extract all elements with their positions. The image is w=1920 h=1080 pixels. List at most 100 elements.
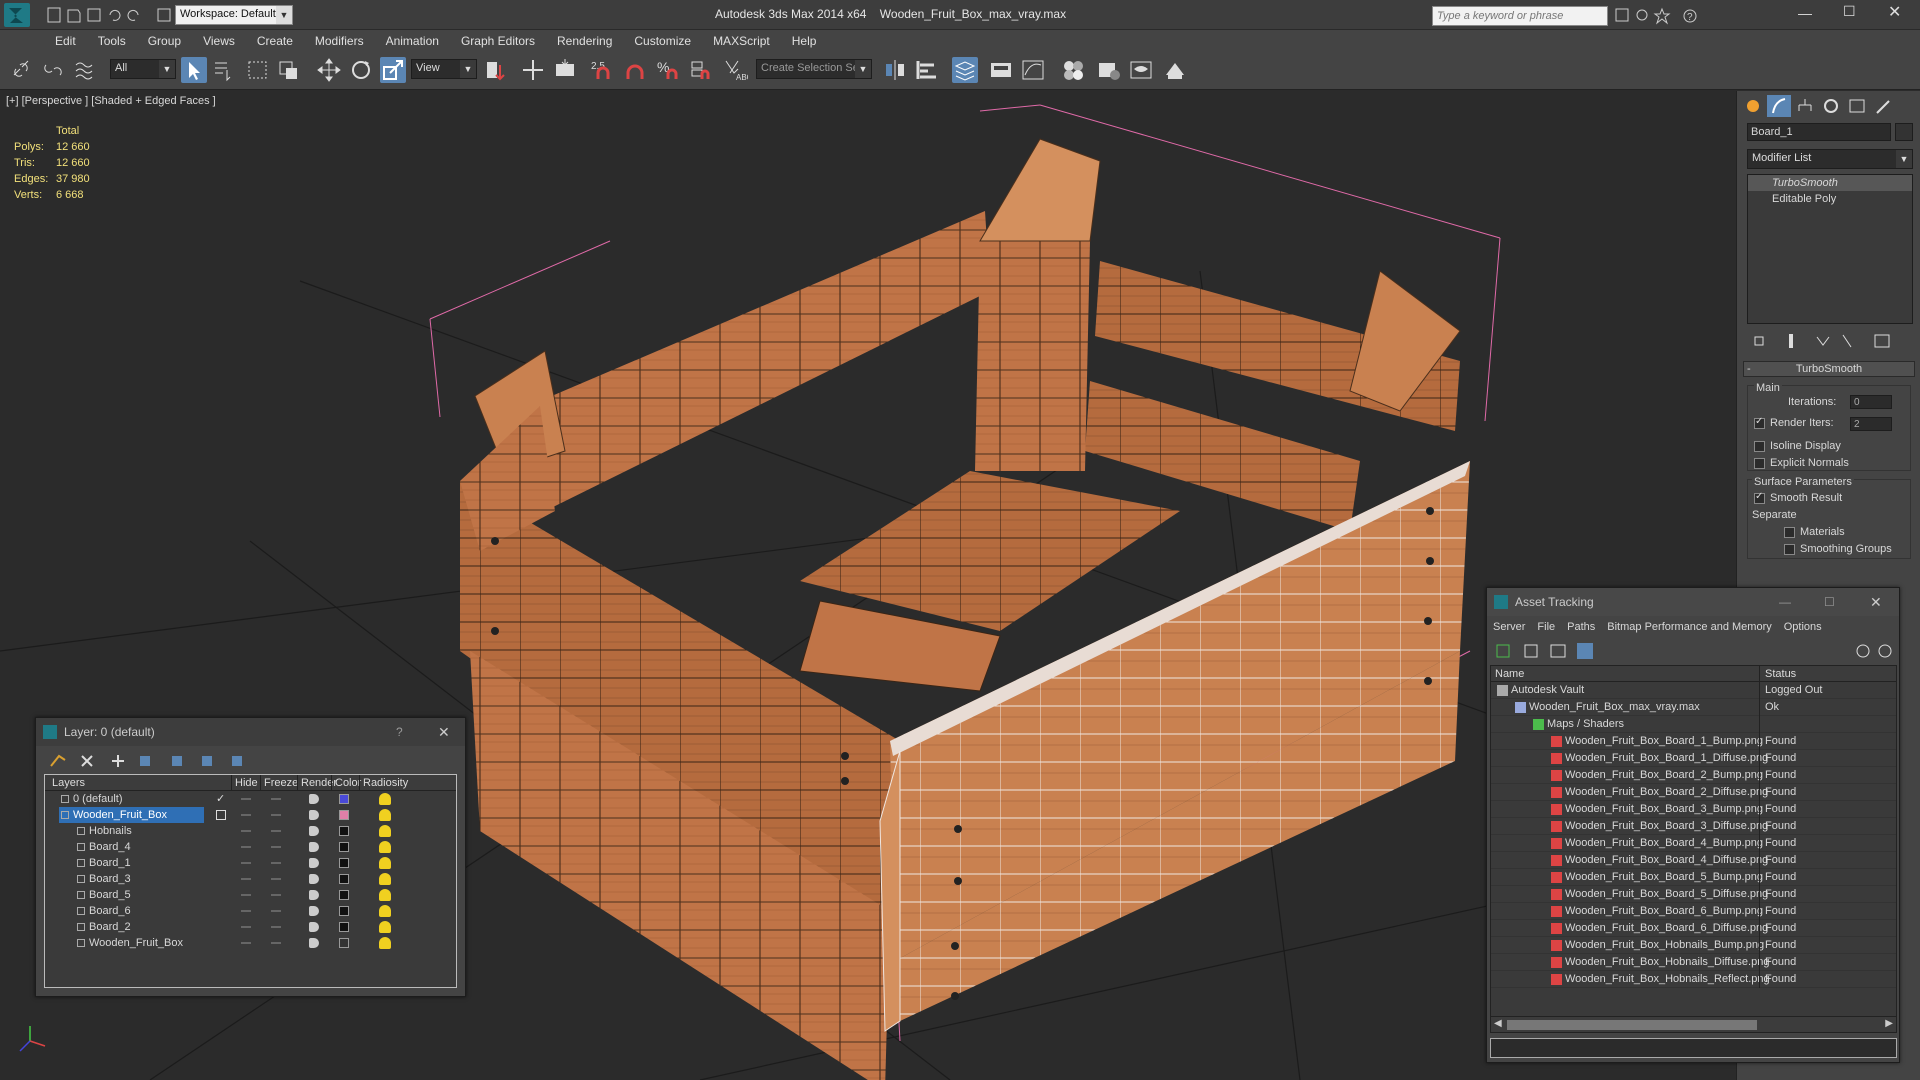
layer-name-cell[interactable]: Board_2 [75,919,205,935]
layer-color-swatch[interactable] [339,826,349,836]
asset-minimize-button[interactable]: — [1779,588,1791,616]
smooth-result-row[interactable]: Smooth Result [1754,491,1842,504]
freeze-toggle[interactable] [271,903,281,919]
graphite-ribbon-icon[interactable] [988,57,1014,83]
layer-window-titlebar[interactable]: Layer: 0 (default) ? ✕ [36,718,465,746]
hide-toggle[interactable] [241,823,251,839]
asset-menu-paths[interactable]: Paths [1561,621,1601,633]
layer-name-cell[interactable]: Wooden_Fruit_Box [75,935,205,951]
layer-name-cell[interactable]: Board_4 [75,839,205,855]
radiosity-bulb-icon[interactable] [379,937,391,949]
rendered-frame-icon[interactable] [1128,57,1154,83]
asset-row[interactable]: Wooden_Fruit_Box_Board_3_Bump.png Found [1491,801,1896,818]
asset-row[interactable]: Wooden_Fruit_Box_Hobnails_Diffuse.png Fou… [1491,954,1896,971]
layer-row[interactable]: Board_1 [45,855,456,871]
layer-row[interactable]: Hobnails [45,823,456,839]
select-link-icon[interactable] [8,57,34,83]
menu-animation[interactable]: Animation [375,31,450,51]
render-teapot-icon[interactable] [309,890,319,900]
layer-color-swatch[interactable] [339,922,349,932]
layer-name-cell[interactable]: Board_1 [75,855,205,871]
asset-row[interactable]: Autodesk Vault Logged Out [1491,682,1896,699]
unlink-icon[interactable] [40,57,66,83]
layer-row[interactable]: Wooden_Fruit_Box [45,935,456,951]
layer-color-swatch[interactable] [339,842,349,852]
hierarchy-tab-icon[interactable] [1793,95,1817,117]
scroll-left-icon[interactable]: ◀ [1494,1018,1502,1029]
asset-row[interactable]: Wooden_Fruit_Box_Board_3_Diffuse.png Foun… [1491,818,1896,835]
radiosity-bulb-icon[interactable] [379,793,391,805]
layer-color-swatch[interactable] [339,810,349,820]
freeze-toggle[interactable] [271,919,281,935]
hide-toggle[interactable] [241,871,251,887]
asset-menu-bitmap[interactable]: Bitmap Performance and Memory [1601,621,1777,633]
explicit-normals-checkbox[interactable] [1754,457,1765,469]
asset-row[interactable]: Wooden_Fruit_Box_Board_6_Diffuse.png Foun… [1491,920,1896,937]
hide-toggle[interactable] [241,887,251,903]
asset-menu-file[interactable]: File [1531,621,1561,633]
smoothing-groups-row[interactable]: Smoothing Groups [1784,543,1892,555]
hide-toggle[interactable] [241,935,251,951]
layer-toolbar-icons[interactable] [48,752,248,770]
maximize-button[interactable]: ☐ [1843,3,1856,20]
layer-close-button[interactable]: ✕ [438,718,450,746]
select-object-icon[interactable] [181,57,207,83]
layer-color-swatch[interactable] [339,794,349,804]
asset-maximize-button[interactable]: ☐ [1824,588,1835,616]
freeze-toggle[interactable] [271,871,281,887]
reference-coordinate-dropdown[interactable]: View ▼ [411,59,477,79]
asset-row[interactable]: Maps / Shaders [1491,716,1896,733]
freeze-toggle[interactable] [271,935,281,951]
menu-group[interactable]: Group [137,31,192,51]
asset-close-button[interactable]: ✕ [1870,588,1882,616]
render-iters-row[interactable]: Render Iters: [1754,416,1834,429]
asset-row[interactable]: Wooden_Fruit_Box_max_vray.max Ok [1491,699,1896,716]
layer-col-radiosity[interactable]: Radiosity [359,775,408,791]
radiosity-bulb-icon[interactable] [379,825,391,837]
material-editor-icon[interactable] [1060,57,1086,83]
mirror-icon[interactable] [882,57,908,83]
create-tab-icon[interactable] [1741,95,1765,117]
render-setup-icon[interactable] [1096,57,1122,83]
layer-name-cell[interactable]: 0 (default) [59,791,204,807]
asset-row[interactable]: Wooden_Fruit_Box_Board_5_Diffuse.png Foun… [1491,886,1896,903]
spinner-snap-icon[interactable] [686,57,712,83]
render-teapot-icon[interactable] [309,794,319,804]
utilities-tab-icon[interactable] [1871,95,1895,117]
render-teapot-icon[interactable] [309,842,319,852]
asset-horizontal-scrollbar[interactable]: ◀ ▶ [1491,1016,1896,1032]
asset-row[interactable]: Wooden_Fruit_Box_Hobnails_Bump.png Found [1491,937,1896,954]
layer-col-color[interactable]: Color [331,775,361,791]
radiosity-bulb-icon[interactable] [379,905,391,917]
infocenter-icons[interactable]: ? [1614,7,1744,25]
asset-row[interactable]: Wooden_Fruit_Box_Board_2_Diffuse.png Foun… [1491,784,1896,801]
layer-row[interactable]: Board_6 [45,903,456,919]
render-production-icon[interactable] [1162,57,1188,83]
curve-editor-icon[interactable] [1020,57,1046,83]
asset-toolbar-icons[interactable] [1493,642,1897,660]
hide-toggle[interactable] [241,839,251,855]
rollout-header[interactable]: - TurboSmooth [1743,361,1915,377]
rotate-icon[interactable] [348,57,374,83]
asset-row[interactable]: Wooden_Fruit_Box_Board_1_Bump.png Found [1491,733,1896,750]
window-crossing-icon[interactable] [276,57,302,83]
explicit-normals-row[interactable]: Explicit Normals [1754,457,1849,469]
materials-checkbox[interactable] [1784,526,1795,538]
scroll-right-icon[interactable]: ▶ [1885,1018,1893,1029]
freeze-toggle[interactable] [271,791,281,807]
modifier-stack[interactable]: TurboSmooth Editable Poly [1747,174,1913,324]
menu-maxscript[interactable]: MAXScript [702,31,781,51]
render-teapot-icon[interactable] [309,826,319,836]
layer-row[interactable]: Wooden_Fruit_Box [45,807,456,823]
layer-color-swatch[interactable] [339,890,349,900]
layer-name-cell[interactable]: Wooden_Fruit_Box [59,807,204,823]
align-icon[interactable] [914,57,940,83]
radiosity-bulb-icon[interactable] [379,809,391,821]
snaps-toggle-icon[interactable]: 2.5 [590,57,616,83]
close-button[interactable]: ✕ [1888,2,1901,22]
freeze-toggle[interactable] [271,855,281,871]
freeze-toggle[interactable] [271,807,281,823]
asset-row[interactable]: Wooden_Fruit_Box_Board_4_Diffuse.png Foun… [1491,852,1896,869]
pivot-center-icon[interactable] [482,57,508,83]
radiosity-bulb-icon[interactable] [379,873,391,885]
